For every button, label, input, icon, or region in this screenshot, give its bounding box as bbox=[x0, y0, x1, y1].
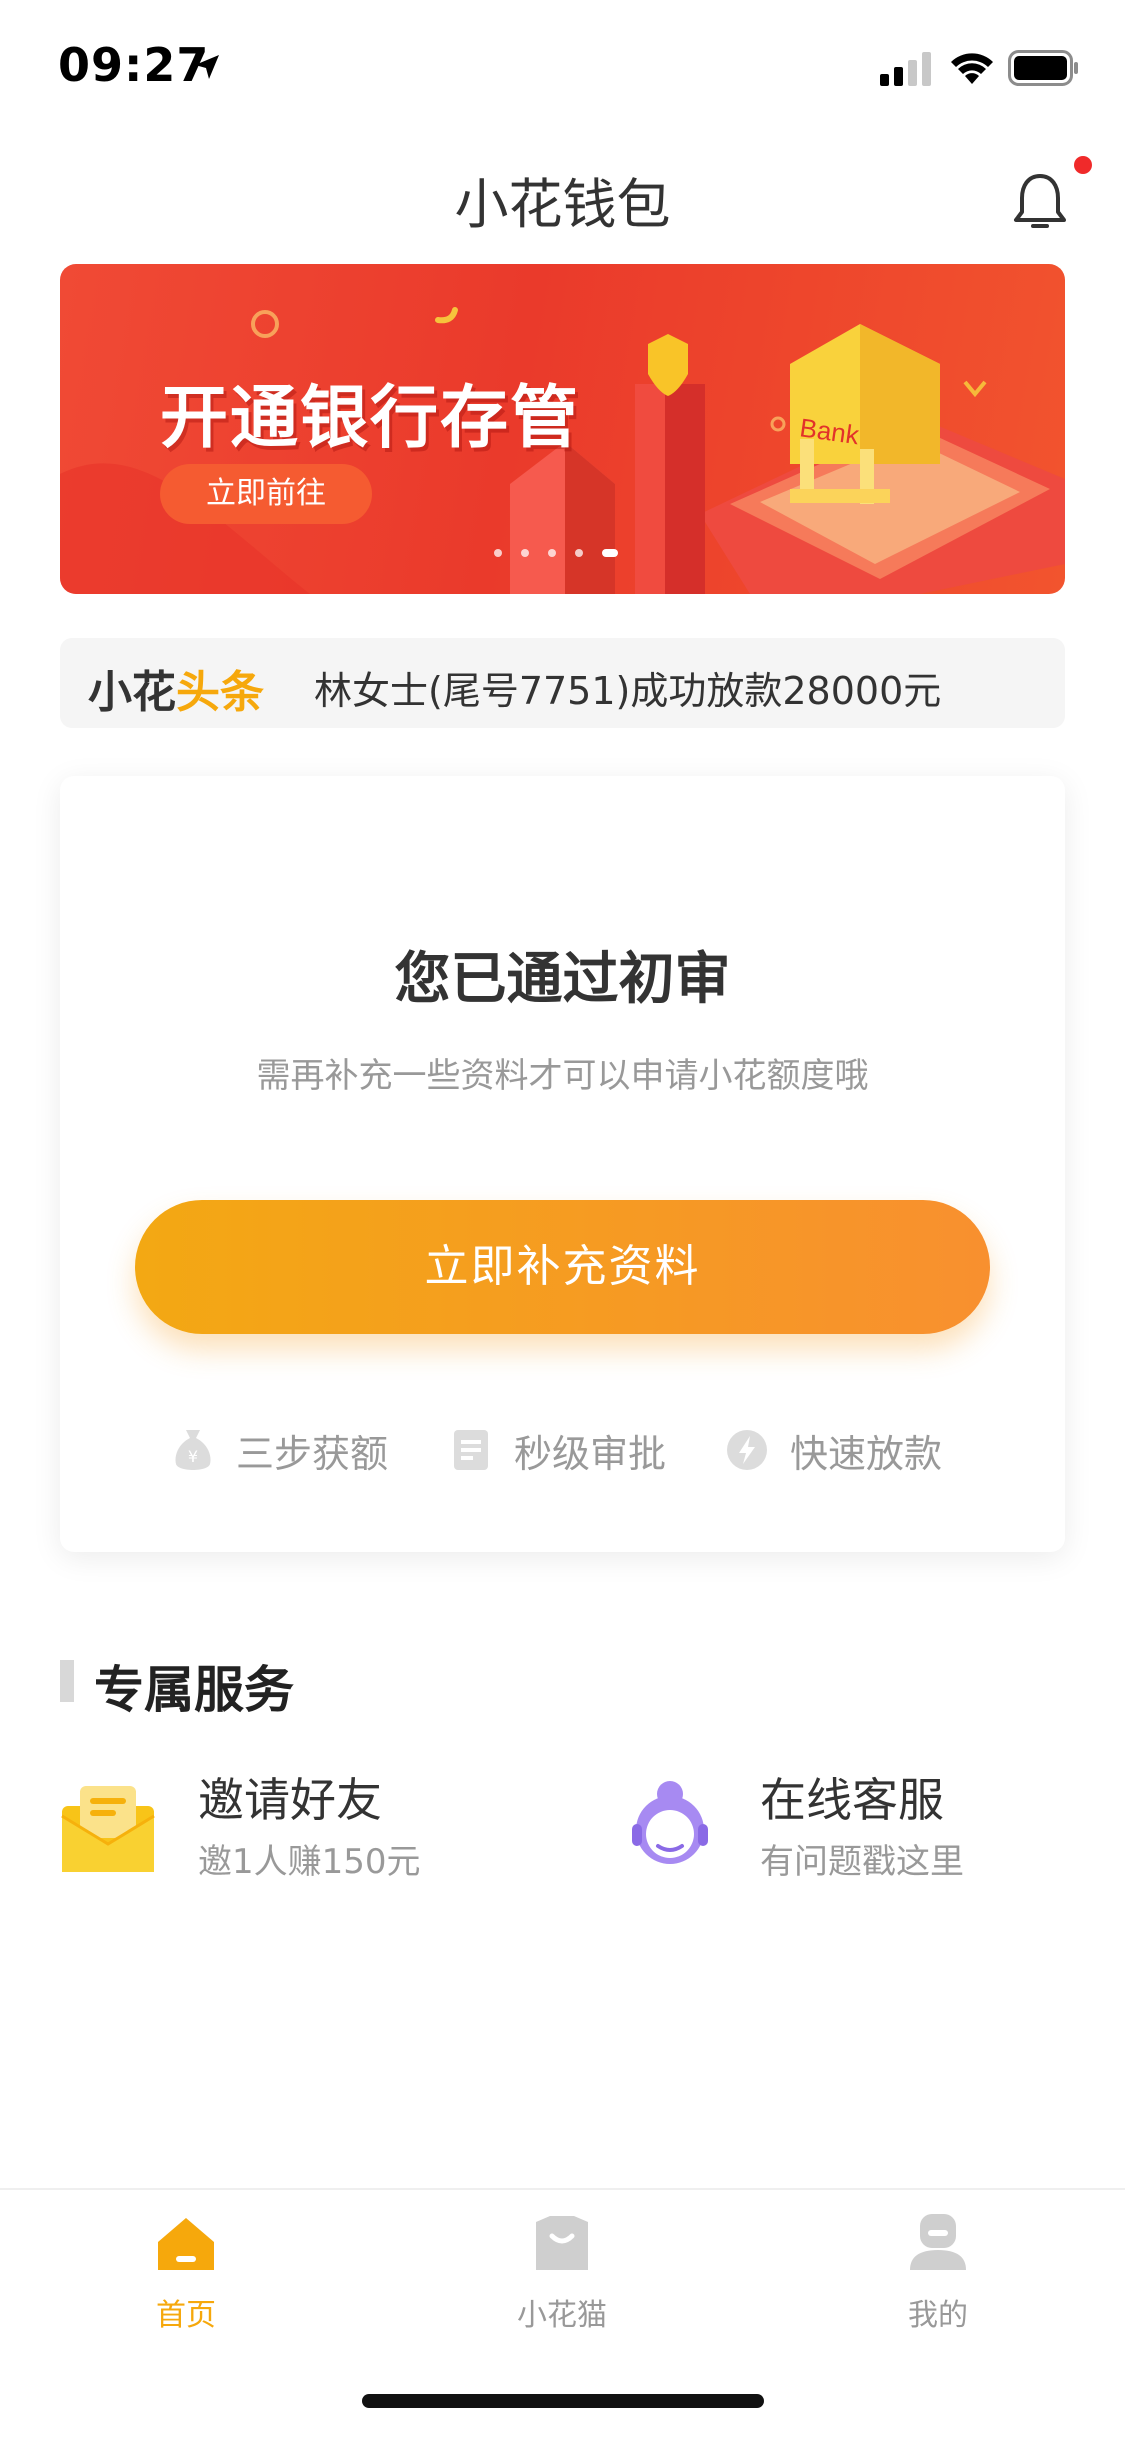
feature-label: 秒级审批 bbox=[514, 1431, 667, 1476]
news-brand-part2: 头条 bbox=[176, 667, 264, 718]
customer-service-icon bbox=[632, 1781, 708, 1864]
feature-label: 三步获额 bbox=[236, 1431, 389, 1476]
banner-go-button[interactable]: 立即前往 bbox=[160, 464, 372, 524]
status-bar: 09:27 bbox=[0, 0, 1125, 132]
money-bag-icon: ¥ bbox=[175, 1430, 211, 1470]
cellular-signal-icon bbox=[880, 52, 931, 86]
service-title: 邀请好友 bbox=[198, 1773, 382, 1827]
location-arrow-icon bbox=[195, 55, 219, 79]
tab-label: 小花猫 bbox=[517, 2298, 607, 2333]
section-marker bbox=[60, 1660, 74, 1702]
news-brand-part1: 小花 bbox=[88, 667, 176, 718]
service-subtitle: 有问题戳这里 bbox=[760, 1842, 964, 1882]
tab-mine[interactable]: 我的 bbox=[838, 2212, 1038, 2334]
service-title: 在线客服 bbox=[760, 1773, 944, 1827]
feature-item: 秒级审批 bbox=[450, 1420, 666, 1480]
tab-home[interactable]: 首页 bbox=[86, 2212, 286, 2334]
card-subtitle: 需再补充一些资料才可以申请小花额度哦 bbox=[256, 1056, 869, 1096]
battery-icon bbox=[1008, 50, 1078, 86]
news-text: 林女士(尾号7751)成功放款28000元 bbox=[314, 669, 942, 713]
card-title: 您已通过初审 bbox=[394, 947, 731, 1012]
notification-dot bbox=[1074, 156, 1092, 174]
feature-item: ¥ 三步获额 bbox=[172, 1420, 388, 1480]
home-icon bbox=[158, 2218, 214, 2270]
news-brand: 小花头条 bbox=[88, 656, 264, 720]
service-subtitle: 邀1人赚150元 bbox=[198, 1842, 421, 1882]
page-title: 小花钱包 bbox=[454, 173, 671, 236]
shopping-bag-icon bbox=[536, 2216, 588, 2270]
status-time: 09:27 bbox=[58, 38, 210, 92]
home-indicator[interactable] bbox=[362, 2394, 764, 2408]
svg-text:¥: ¥ bbox=[188, 1447, 198, 1466]
pagination-dot-active[interactable] bbox=[602, 549, 619, 557]
tab-xiaohuamao[interactable]: 小花猫 bbox=[462, 2212, 662, 2334]
document-icon bbox=[454, 1430, 488, 1470]
invite-friends-item[interactable]: 邀请好友 邀1人赚150元 bbox=[60, 1764, 560, 1884]
banner-pagination[interactable] bbox=[494, 542, 644, 557]
online-customer-service-item[interactable]: 在线客服 有问题戳这里 bbox=[622, 1764, 1082, 1884]
services-section-title: 专属服务 bbox=[94, 1661, 294, 1719]
supplement-info-button[interactable]: 立即补充资料 bbox=[135, 1200, 990, 1334]
envelope-icon bbox=[61, 1786, 155, 1872]
tab-label: 首页 bbox=[156, 2298, 216, 2333]
promo-banner[interactable]: Bank 开通银行存管 立即前往 bbox=[60, 264, 1065, 594]
notification-bell-icon[interactable] bbox=[1010, 170, 1070, 234]
feature-label: 快速放款 bbox=[790, 1431, 943, 1476]
pagination-dot[interactable] bbox=[494, 549, 502, 557]
wifi-icon bbox=[951, 53, 993, 84]
feature-item: 快速放款 bbox=[726, 1420, 942, 1480]
banner-title: 开通银行存管 bbox=[160, 379, 581, 458]
lightning-icon bbox=[727, 1430, 767, 1470]
tab-label: 我的 bbox=[908, 2298, 968, 2333]
news-ticker[interactable]: 小花头条 林女士(尾号7751)成功放款28000元 bbox=[60, 638, 1065, 728]
user-profile-icon bbox=[910, 2214, 966, 2270]
approval-card: 您已通过初审 需再补充一些资料才可以申请小花额度哦 立即补充资料 ¥ 三步获额 … bbox=[60, 776, 1065, 1552]
